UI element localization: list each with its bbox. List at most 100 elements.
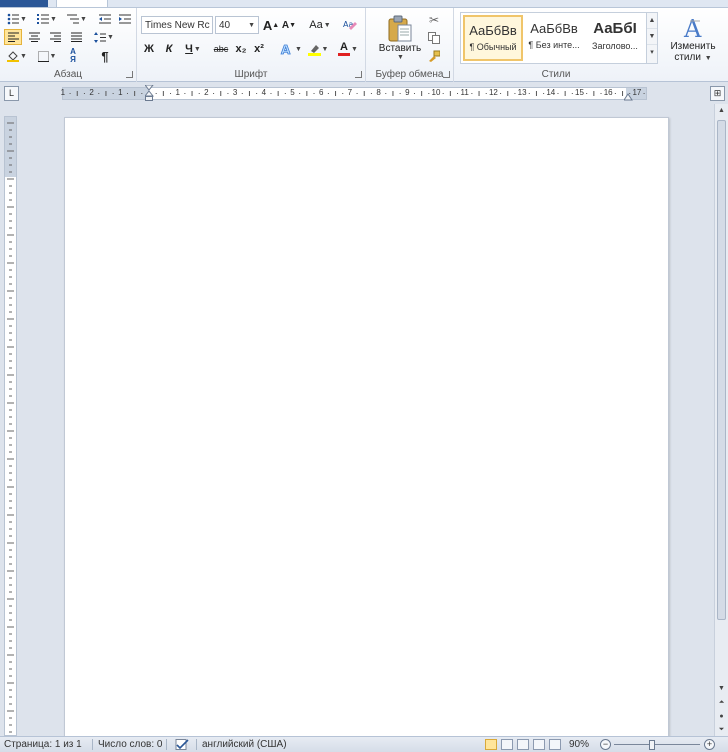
gallery-more-icon[interactable]: ▾ <box>647 45 657 61</box>
font-color-button[interactable]: A ▼ <box>335 40 361 58</box>
sort-button[interactable]: AЯ <box>64 47 82 65</box>
font-size-combo[interactable]: 40 ▼ <box>215 16 259 34</box>
web-layout-view-icon[interactable] <box>517 739 529 750</box>
print-layout-view-icon[interactable] <box>485 739 497 750</box>
tab-view[interactable] <box>510 0 530 7</box>
format-painter-button[interactable] <box>426 48 442 64</box>
tab-home[interactable] <box>56 0 108 7</box>
ruler-number: 10 <box>431 88 441 97</box>
tab-mailings[interactable] <box>350 0 390 7</box>
tab-review[interactable] <box>414 0 494 7</box>
browse-object-icon[interactable]: ● <box>715 710 728 723</box>
borders-button[interactable]: ▼ <box>34 47 60 65</box>
tab-file[interactable] <box>0 0 48 7</box>
document-page[interactable] <box>64 117 669 736</box>
style-normal[interactable]: АаБбВв ¶ Обычный <box>463 15 523 61</box>
horizontal-ruler[interactable]: 1 2 1 1 2 3 4 5 6 7 8 9 10 11 12 13 14 15 16 17 <box>61 85 647 102</box>
zoom-out-button[interactable]: − <box>600 739 611 750</box>
show-formatting-button[interactable]: ¶ <box>96 47 114 65</box>
strikethrough-button[interactable]: abc <box>211 40 231 58</box>
scroll-down-icon[interactable]: ▼ <box>715 682 728 695</box>
multilevel-list-button[interactable]: ▼ <box>64 10 90 28</box>
scissors-icon: ✂ <box>428 13 440 27</box>
increase-indent-button[interactable] <box>116 10 134 28</box>
right-indent-marker[interactable] <box>624 93 633 101</box>
scroll-thumb[interactable] <box>717 120 726 620</box>
scroll-up-icon[interactable]: ▲ <box>715 104 728 117</box>
subscript-button[interactable]: x₂ <box>233 40 249 58</box>
clipboard-group-label: Буфер обмена <box>375 69 444 80</box>
tab-references[interactable] <box>292 0 332 7</box>
superscript-button[interactable]: x² <box>251 40 267 58</box>
align-center-button[interactable] <box>25 29 43 45</box>
zoom-slider-track[interactable] <box>614 744 700 745</box>
font-group-label: Шрифт <box>234 69 268 80</box>
vertical-ruler[interactable] <box>4 116 17 736</box>
font-name-combo[interactable]: Times New Rc▼ <box>141 16 213 34</box>
outline-view-icon[interactable] <box>533 739 545 750</box>
paste-button[interactable]: Вставить ▼ <box>372 10 428 66</box>
style-heading-1[interactable]: АаБбI Заголово... <box>585 15 645 61</box>
indent-marker[interactable] <box>145 85 154 102</box>
previous-page-icon[interactable]: ⏶ <box>715 696 728 709</box>
view-ruler-button[interactable]: ⊞ <box>710 86 725 101</box>
align-right-button[interactable] <box>46 29 64 45</box>
clear-formatting-button[interactable]: Aa <box>341 16 359 34</box>
justify-button[interactable] <box>67 29 85 45</box>
text-effects-button[interactable]: A ▼ <box>279 40 303 58</box>
tab-page-layout[interactable] <box>180 0 276 7</box>
numbering-button[interactable]: ▼ <box>34 10 60 28</box>
change-styles-button[interactable]: A Изменить стили ▼ <box>662 10 724 68</box>
clipboard-group: Вставить ▼ ✂ Буфер обмена <box>366 8 454 82</box>
decrease-indent-button[interactable] <box>96 10 114 28</box>
style-no-spacing[interactable]: АаБбВв ¶ Без инте... <box>524 15 584 61</box>
cut-button[interactable]: ✂ <box>426 12 442 28</box>
gallery-up-icon[interactable]: ▲ <box>647 13 657 29</box>
ruler-number: 11 <box>460 88 469 97</box>
zoom-slider-thumb[interactable] <box>649 740 655 750</box>
document-area <box>0 104 714 736</box>
sort-icon: AЯ <box>70 47 76 64</box>
full-screen-reading-view-icon[interactable] <box>501 739 513 750</box>
copy-button[interactable] <box>426 30 442 46</box>
align-right-icon <box>49 32 61 42</box>
bullets-button[interactable]: ▼ <box>4 10 30 28</box>
highlight-button[interactable]: ▼ <box>305 40 331 58</box>
highlighter-icon <box>307 44 321 56</box>
change-case-button[interactable]: Aa ▼ <box>307 16 333 34</box>
tab-selector-button[interactable]: L <box>4 86 19 101</box>
shading-button[interactable]: ▼ <box>4 47 30 65</box>
chevron-down-icon: ▼ <box>211 22 212 29</box>
bold-button[interactable]: Ж <box>141 40 157 58</box>
clipboard-dialog-launcher[interactable] <box>443 71 450 78</box>
justify-icon <box>70 32 82 42</box>
zoom-level[interactable]: 90% <box>569 739 589 750</box>
styles-gallery-scroll[interactable]: ▲ ▼ ▾ <box>646 13 657 63</box>
chevron-down-icon: ▼ <box>248 21 255 29</box>
font-size-value: 40 <box>219 19 231 31</box>
vertical-scrollbar[interactable]: ▲ ▼ ⏶ ● ⏷ <box>714 104 728 736</box>
zoom-in-button[interactable]: + <box>704 739 715 750</box>
format-painter-icon <box>429 50 440 62</box>
proofing-icon[interactable] <box>174 739 190 751</box>
underline-button[interactable]: Ч ▼ <box>181 40 205 58</box>
align-left-button[interactable] <box>4 29 22 45</box>
paint-bucket-icon <box>7 51 20 62</box>
decrease-indent-icon <box>99 14 111 24</box>
grow-font-button[interactable]: A ▲ <box>263 16 279 34</box>
italic-button[interactable]: К <box>161 40 177 58</box>
gallery-down-icon[interactable]: ▼ <box>647 29 657 45</box>
word-count[interactable]: Число слов: 0 <box>98 739 162 750</box>
next-page-icon[interactable]: ⏷ <box>715 723 728 736</box>
tab-insert[interactable] <box>118 0 168 7</box>
line-spacing-button[interactable]: ▼ <box>92 29 116 45</box>
page-counter[interactable]: Страница: 1 из 1 <box>4 739 82 750</box>
language-indicator[interactable]: английский (США) <box>202 739 287 750</box>
change-styles-label-1: Изменить <box>670 40 716 52</box>
draft-view-icon[interactable] <box>549 739 561 750</box>
change-styles-icon: A <box>683 15 702 41</box>
font-dialog-launcher[interactable] <box>355 71 362 78</box>
paragraph-dialog-launcher[interactable] <box>126 71 133 78</box>
paragraph-group-label: Абзац <box>53 69 83 80</box>
shrink-font-button[interactable]: A ▼ <box>281 16 297 34</box>
